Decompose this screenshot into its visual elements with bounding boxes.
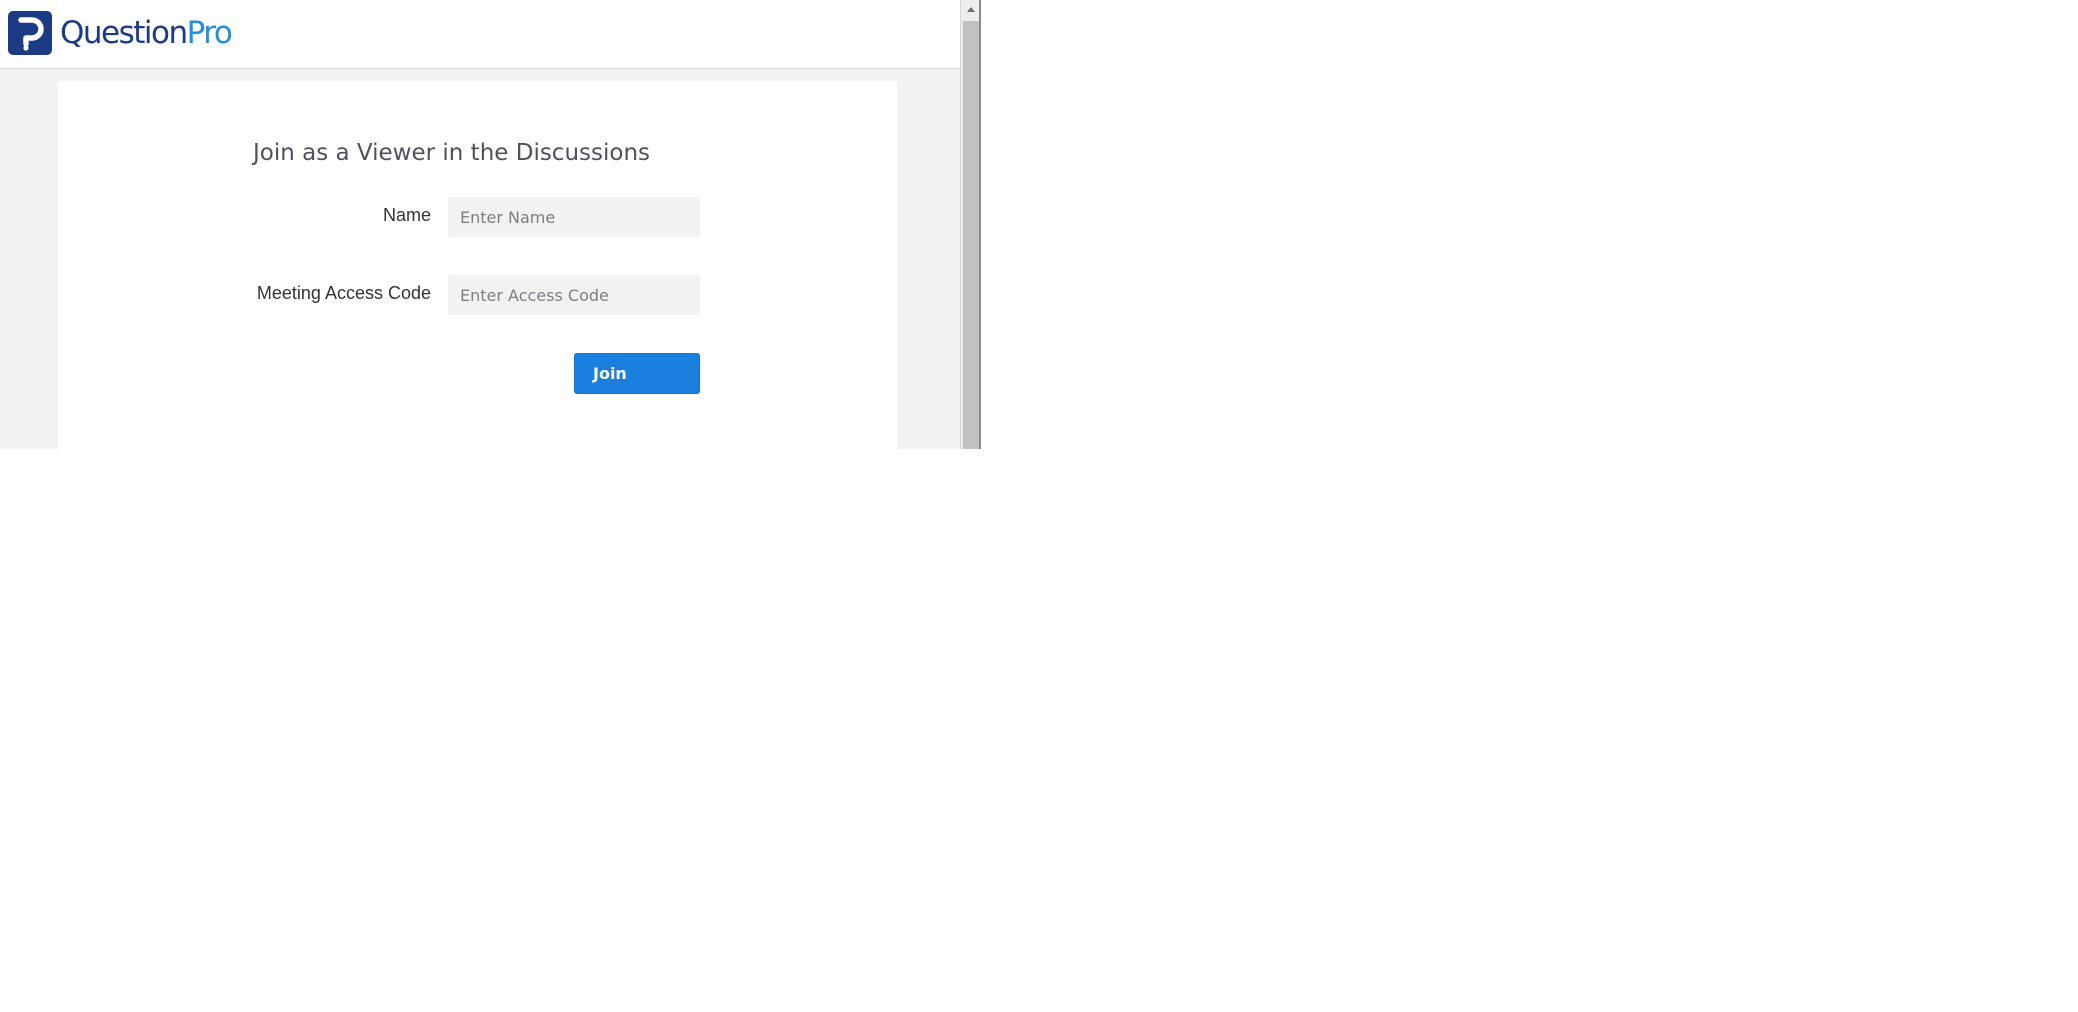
window-edge: [979, 0, 981, 449]
browser-viewport: QuestionPro Join as a Viewer in the Disc…: [0, 0, 981, 449]
name-input[interactable]: [448, 197, 700, 237]
page-header: QuestionPro: [0, 0, 960, 69]
scroll-up-arrow-icon[interactable]: [961, 0, 981, 20]
join-button[interactable]: Join: [574, 353, 700, 394]
access-code-input[interactable]: [448, 275, 700, 315]
vertical-scrollbar[interactable]: [960, 0, 981, 449]
brand-logo-text[interactable]: QuestionPro: [60, 12, 233, 54]
brand-name-part2: Pro: [186, 15, 233, 51]
brand-name-part1: Question: [60, 15, 188, 51]
name-label: Name: [382, 205, 431, 225]
questionpro-logo-icon[interactable]: [8, 11, 52, 55]
scrollbar-thumb[interactable]: [963, 21, 979, 449]
form-title: Join as a Viewer in the Discussions: [252, 140, 651, 166]
join-form-card: [58, 81, 897, 449]
access-code-label: Meeting Access Code: [256, 283, 431, 303]
